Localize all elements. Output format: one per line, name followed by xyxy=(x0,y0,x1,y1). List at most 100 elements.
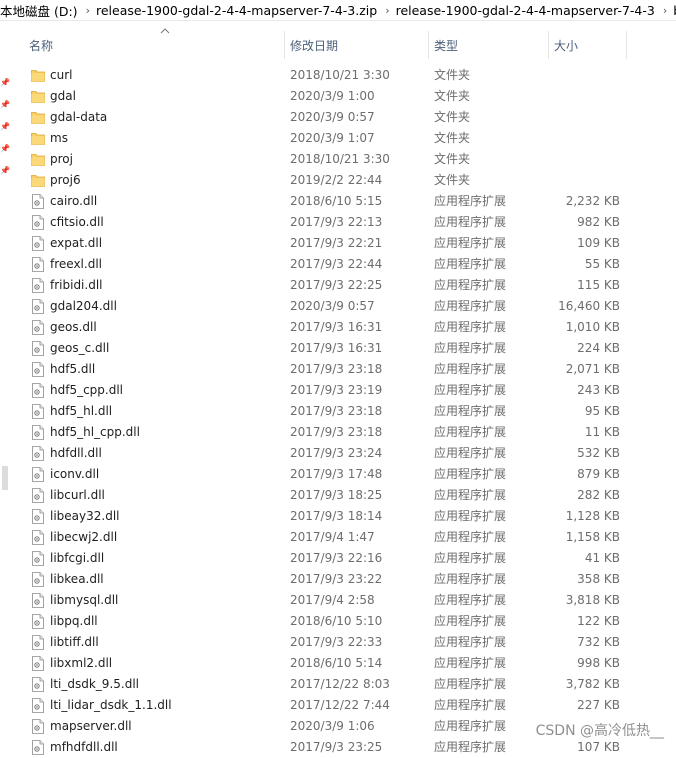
file-name: gdal-data xyxy=(50,110,108,124)
modified-date: 2017/9/3 23:18 xyxy=(290,404,383,418)
watermark-text: CSDN @高冷低热__ xyxy=(535,723,664,739)
file-row[interactable]: mfhdfdll.dll 2017/9/3 23:25 应用程序扩展 107 KB xyxy=(12,737,676,758)
file-size: 224 KB xyxy=(577,341,620,355)
file-name: cairo.dll xyxy=(50,194,98,208)
file-row[interactable]: hdf5_hl.dll 2017/9/3 23:18 应用程序扩展 95 KB xyxy=(12,401,676,422)
modified-date: 2020/3/9 0:57 xyxy=(290,299,375,313)
column-divider[interactable] xyxy=(626,31,627,59)
file-name: mapserver.dll xyxy=(50,719,132,733)
dll-file-icon xyxy=(31,194,45,209)
file-name: libtiff.dll xyxy=(50,635,99,649)
dll-file-icon xyxy=(31,383,45,398)
sort-ascending-icon[interactable] xyxy=(160,28,170,34)
dll-file-icon xyxy=(31,635,45,650)
file-name: hdf5_hl.dll xyxy=(50,404,113,418)
dll-file-icon xyxy=(31,719,45,734)
modified-date: 2017/9/3 23:22 xyxy=(290,572,383,586)
file-row[interactable]: gdal204.dll 2020/3/9 0:57 应用程序扩展 16,460 KB xyxy=(12,296,676,317)
file-row[interactable]: hdf5_cpp.dll 2017/9/3 23:19 应用程序扩展 243 KB xyxy=(12,380,676,401)
file-type: 应用程序扩展 xyxy=(434,530,507,544)
column-size-header[interactable]: 大小 xyxy=(554,21,578,69)
dll-file-icon xyxy=(31,509,45,524)
nav-scroll-indicator[interactable] xyxy=(2,466,8,490)
column-date-header[interactable]: 修改日期 xyxy=(290,21,338,69)
file-name: freexl.dll xyxy=(50,257,102,271)
dll-file-icon xyxy=(31,257,45,272)
file-row[interactable]: hdfdll.dll 2017/9/3 23:24 应用程序扩展 532 KB xyxy=(12,443,676,464)
file-size: 1,158 KB xyxy=(565,530,620,544)
file-row[interactable]: libkea.dll 2017/9/3 23:22 应用程序扩展 358 KB xyxy=(12,569,676,590)
file-type: 应用程序扩展 xyxy=(434,593,507,607)
file-row[interactable]: cairo.dll 2018/6/10 5:15 应用程序扩展 2,232 KB xyxy=(12,191,676,212)
folder-row[interactable]: curl 2018/10/21 3:30 文件夹 xyxy=(12,65,676,86)
breadcrumb-chevron-icon[interactable]: › xyxy=(86,4,90,17)
file-size: 16,460 KB xyxy=(558,299,620,313)
breadcrumb-segment[interactable]: release-1900-gdal-2-4-4-mapserver-7-4-3.… xyxy=(96,3,385,18)
file-row[interactable]: libmysql.dll 2017/9/4 2:58 应用程序扩展 3,818 KB xyxy=(12,590,676,611)
modified-date: 2017/9/3 23:18 xyxy=(290,425,383,439)
file-type: 应用程序扩展 xyxy=(434,719,507,733)
column-type-header[interactable]: 类型 xyxy=(434,21,458,69)
file-size: 107 KB xyxy=(577,740,620,754)
file-size: 11 KB xyxy=(584,425,620,439)
folder-icon xyxy=(31,110,45,125)
breadcrumb-segment[interactable]: 本地磁盘 (D:) xyxy=(0,1,86,20)
file-row[interactable]: iconv.dll 2017/9/3 17:48 应用程序扩展 879 KB xyxy=(12,464,676,485)
column-name-header[interactable]: 名称 xyxy=(29,21,53,69)
file-name: libecwj2.dll xyxy=(50,530,118,544)
dll-file-icon xyxy=(31,593,45,608)
file-size: 55 KB xyxy=(584,257,620,271)
folder-row[interactable]: proj6 2019/2/2 22:44 文件夹 xyxy=(12,170,676,191)
file-row[interactable]: lti_dsdk_9.5.dll 2017/12/22 8:03 应用程序扩展 3,7… xyxy=(12,674,676,695)
dll-file-icon xyxy=(31,530,45,545)
file-row[interactable]: freexl.dll 2017/9/3 22:44 应用程序扩展 55 KB xyxy=(12,254,676,275)
file-row[interactable]: libxml2.dll 2018/6/10 5:14 应用程序扩展 998 KB xyxy=(12,653,676,674)
modified-date: 2017/9/3 18:14 xyxy=(290,509,383,523)
folder-row[interactable]: proj 2018/10/21 3:30 文件夹 xyxy=(12,149,676,170)
file-row[interactable]: cfitsio.dll 2017/9/3 22:13 应用程序扩展 982 KB xyxy=(12,212,676,233)
pin-icon: 📌 xyxy=(0,166,10,175)
file-row[interactable]: hdf5.dll 2017/9/3 23:18 应用程序扩展 2,071 KB xyxy=(12,359,676,380)
column-divider[interactable] xyxy=(428,31,429,59)
modified-date: 2018/10/21 3:30 xyxy=(290,68,390,82)
file-name: libxml2.dll xyxy=(50,656,113,670)
file-row[interactable]: hdf5_hl_cpp.dll 2017/9/3 23:18 应用程序扩展 11 KB xyxy=(12,422,676,443)
modified-date: 2017/12/22 8:03 xyxy=(290,677,390,691)
file-row[interactable]: lti_lidar_dsdk_1.1.dll 2017/12/22 7:44 应用程… xyxy=(12,695,676,716)
file-name: libfcgi.dll xyxy=(50,551,105,565)
breadcrumb-chevron-icon[interactable]: › xyxy=(663,4,667,17)
file-row[interactable]: expat.dll 2017/9/3 22:21 应用程序扩展 109 KB xyxy=(12,233,676,254)
file-row[interactable]: libcurl.dll 2017/9/3 18:25 应用程序扩展 282 KB xyxy=(12,485,676,506)
folder-row[interactable]: gdal-data 2020/3/9 0:57 文件夹 xyxy=(12,107,676,128)
file-row[interactable]: libpq.dll 2018/6/10 5:10 应用程序扩展 122 KB xyxy=(12,611,676,632)
modified-date: 2017/9/3 22:21 xyxy=(290,236,383,250)
breadcrumb-chevron-icon[interactable]: › xyxy=(385,4,389,17)
folder-icon xyxy=(31,89,45,104)
folder-row[interactable]: ms 2020/3/9 1:07 文件夹 xyxy=(12,128,676,149)
file-row[interactable]: libeay32.dll 2017/9/3 18:14 应用程序扩展 1,128 KB xyxy=(12,506,676,527)
file-row[interactable]: geos_c.dll 2017/9/3 16:31 应用程序扩展 224 KB xyxy=(12,338,676,359)
folder-row[interactable]: gdal 2020/3/9 1:00 文件夹 xyxy=(12,86,676,107)
file-size: 732 KB xyxy=(577,635,620,649)
file-name: geos_c.dll xyxy=(50,341,110,355)
file-row[interactable]: fribidi.dll 2017/9/3 22:25 应用程序扩展 115 KB xyxy=(12,275,676,296)
file-type: 文件夹 xyxy=(434,89,471,103)
dll-file-icon xyxy=(31,467,45,482)
dll-file-icon xyxy=(31,236,45,251)
file-size: 282 KB xyxy=(577,488,620,502)
file-row[interactable]: libfcgi.dll 2017/9/3 22:16 应用程序扩展 41 KB xyxy=(12,548,676,569)
file-name: libcurl.dll xyxy=(50,488,105,502)
file-row[interactable]: libtiff.dll 2017/9/3 22:33 应用程序扩展 732 KB xyxy=(12,632,676,653)
column-divider[interactable] xyxy=(284,31,285,59)
dll-file-icon xyxy=(31,215,45,230)
file-row[interactable]: libecwj2.dll 2017/9/4 1:47 应用程序扩展 1,158 KB xyxy=(12,527,676,548)
file-name: lti_dsdk_9.5.dll xyxy=(50,677,139,691)
modified-date: 2017/9/3 22:25 xyxy=(290,278,383,292)
file-name: libeay32.dll xyxy=(50,509,120,523)
breadcrumb-segment[interactable]: release-1900-gdal-2-4-4-mapserver-7-4-3 xyxy=(396,3,663,18)
column-divider[interactable] xyxy=(548,31,549,59)
file-name: lti_lidar_dsdk_1.1.dll xyxy=(50,698,172,712)
modified-date: 2017/9/3 22:16 xyxy=(290,551,383,565)
file-row[interactable]: geos.dll 2017/9/3 16:31 应用程序扩展 1,010 KB xyxy=(12,317,676,338)
file-size: 2,232 KB xyxy=(565,194,620,208)
